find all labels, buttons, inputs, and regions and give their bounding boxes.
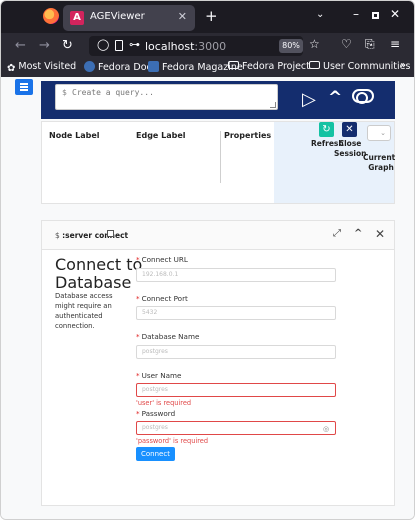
frame-command[interactable]: $ :server connect xyxy=(55,231,128,240)
page-info-icon[interactable] xyxy=(115,40,123,51)
collapse-frame-chevron-up-icon[interactable]: ^ xyxy=(354,228,362,239)
more-bookmarks-chevron-icon[interactable]: » xyxy=(400,60,406,71)
zoom-level-badge[interactable]: 80% xyxy=(279,39,303,53)
url-text[interactable]: localhost:3000 xyxy=(145,40,226,53)
user-name-input[interactable]: postgres xyxy=(136,383,336,397)
current-graph-select[interactable]: ⌄ xyxy=(367,125,391,141)
back-arrow-icon[interactable]: ← xyxy=(15,38,26,53)
connect-url-label: * Connect URL xyxy=(136,255,188,264)
url-port: :3000 xyxy=(194,40,227,53)
connect-description: Database access might require an authent… xyxy=(55,292,113,330)
url-host: localhost xyxy=(145,40,195,53)
close-session-label-line1[interactable]: Close xyxy=(337,139,363,149)
connect-title-line1: Connect to xyxy=(55,255,143,274)
show-password-eye-icon[interactable]: ◎ xyxy=(323,425,329,433)
database-name-label-text: Database Name xyxy=(141,332,200,341)
command-text: :server connect xyxy=(62,231,129,240)
user-name-label-text: User Name xyxy=(141,371,182,380)
forward-arrow-icon[interactable]: → xyxy=(39,38,50,53)
close-session-x-icon[interactable]: ✕ xyxy=(342,122,357,137)
refresh-icon[interactable]: ↻ xyxy=(319,122,334,137)
tab-ageviewer[interactable]: A AGEViewer ✕ xyxy=(63,5,195,31)
connect-port-input[interactable]: 5432 xyxy=(136,306,336,320)
editor-placeholder: Create a query... xyxy=(72,88,154,97)
firefox-logo-icon xyxy=(43,8,59,24)
command-prefix: $ xyxy=(55,231,60,240)
editor-prompt: $ xyxy=(62,88,67,97)
connect-url-label-text: Connect URL xyxy=(141,255,188,264)
folder-icon xyxy=(228,61,239,69)
current-graph-label-line2: Graph xyxy=(368,163,394,172)
metadata-divider xyxy=(220,131,221,183)
current-graph-label-line1: Current xyxy=(363,153,396,162)
bookmarks-toolbar: ✿ Most Visited Fedora Docs Fedora Magazin… xyxy=(1,59,414,77)
bookmark-fedora-docs[interactable]: Fedora Docs xyxy=(84,61,157,73)
fedora-icon xyxy=(84,61,95,72)
sidebar-toggle-button[interactable] xyxy=(15,79,33,95)
list-all-tabs-chevron-icon[interactable]: ⌄ xyxy=(316,9,324,20)
connect-button[interactable]: Connect xyxy=(136,447,175,461)
navigation-toolbar: ← → ↻ ◯ ⊶ localhost:3000 xyxy=(1,33,414,59)
connect-title: Connect to Database xyxy=(55,256,142,292)
properties-header: Properties xyxy=(224,131,272,140)
bookmark-user-communities[interactable]: User Communities xyxy=(309,61,410,72)
age-viewer-favicon-icon: A xyxy=(70,11,84,25)
close-window-button[interactable]: ✕ xyxy=(390,7,400,21)
maximize-window-button[interactable] xyxy=(372,12,379,19)
password-label: * Password xyxy=(136,409,176,418)
permissions-key-icon[interactable]: ⊶ xyxy=(129,38,140,51)
copy-command-icon[interactable] xyxy=(107,230,114,237)
tab-title: AGEViewer xyxy=(90,11,145,22)
user-name-label: * User Name xyxy=(136,371,182,380)
bookmark-most-visited[interactable]: ✿ Most Visited xyxy=(7,61,76,74)
shield-icon[interactable]: ◯ xyxy=(97,38,109,51)
title-bar: A AGEViewer ✕ + ⌄ – ✕ xyxy=(1,1,414,33)
password-error: 'password' is required xyxy=(136,437,209,445)
query-editor-input[interactable]: $ Create a query... xyxy=(55,84,278,110)
password-label-text: Password xyxy=(141,409,176,418)
connect-port-label-text: Connect Port xyxy=(141,294,188,303)
address-bar[interactable]: ◯ ⊶ localhost:3000 xyxy=(89,36,303,56)
close-frame-x-icon[interactable]: ✕ xyxy=(375,227,385,241)
pocket-icon[interactable]: ♡ xyxy=(341,37,352,51)
bookmark-label: Fedora Project xyxy=(242,61,310,72)
node-label-header: Node Label xyxy=(49,131,100,140)
bookmark-label: Most Visited xyxy=(18,61,77,72)
bookmark-fedora-project[interactable]: Fedora Project xyxy=(228,61,310,72)
resize-handle-icon[interactable] xyxy=(270,102,276,108)
expand-frame-icon[interactable]: ⤢ xyxy=(333,228,341,239)
database-name-label: * Database Name xyxy=(136,332,200,341)
folder-icon xyxy=(309,61,320,69)
gear-icon: ✿ xyxy=(7,63,16,74)
tab-close-icon[interactable]: ✕ xyxy=(178,10,187,23)
reload-icon[interactable]: ↻ xyxy=(62,38,73,53)
browser-window: A AGEViewer ✕ + ⌄ – ✕ ← → ↻ ◯ ⊶ localhos… xyxy=(0,0,415,520)
hamburger-menu-icon[interactable]: ≡ xyxy=(390,37,400,51)
extensions-icon[interactable]: ⎘ xyxy=(365,37,375,52)
collapse-editor-chevron-up-icon[interactable]: ^ xyxy=(328,88,342,108)
connect-url-input[interactable]: 192.168.0.1 xyxy=(136,268,336,282)
bookmark-label: User Communities xyxy=(323,61,411,72)
edge-label-header: Edge Label xyxy=(136,131,186,140)
bookmark-star-icon[interactable]: ☆ xyxy=(309,37,320,51)
fm-icon xyxy=(148,61,159,72)
database-name-input[interactable]: postgres xyxy=(136,345,336,359)
connect-title-line2: Database xyxy=(55,273,132,292)
run-query-play-icon[interactable]: ▷ xyxy=(302,89,316,110)
close-session-label-line2[interactable]: Session xyxy=(334,149,366,159)
connect-port-label: * Connect Port xyxy=(136,294,188,303)
minimize-window-button[interactable]: – xyxy=(353,7,359,21)
password-input[interactable]: postgres xyxy=(136,421,336,435)
user-name-error: 'user' is required xyxy=(136,399,192,407)
toggle-switch-icon[interactable] xyxy=(352,89,374,104)
new-tab-button[interactable]: + xyxy=(205,7,218,25)
